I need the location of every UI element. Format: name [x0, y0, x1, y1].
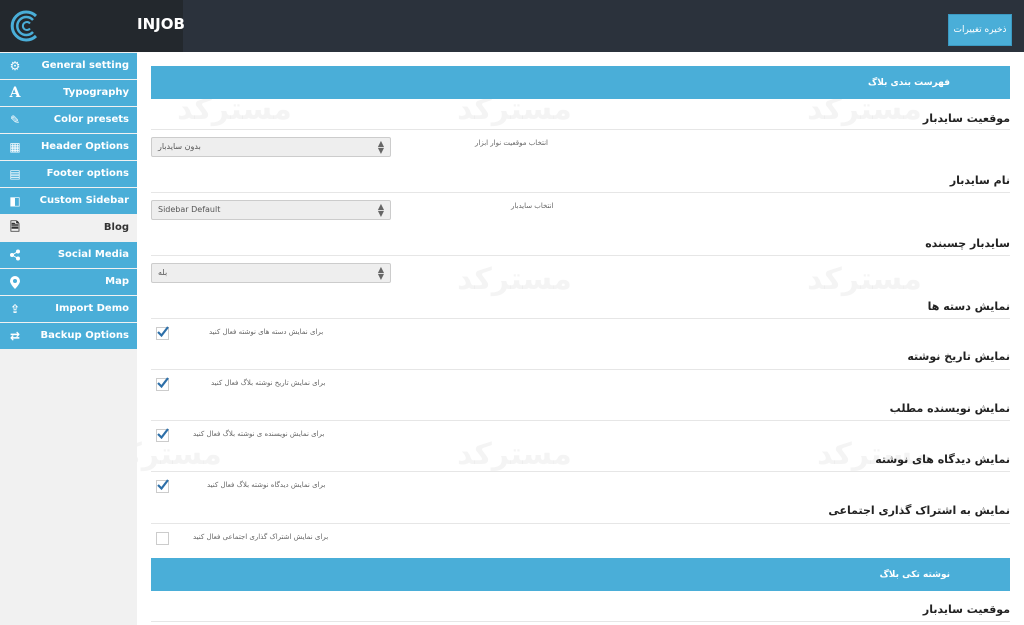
header-icon: ▦ — [9, 140, 21, 154]
footer-icon: ▤ — [9, 167, 21, 181]
watermark: مسترکد — [807, 262, 922, 297]
logo-icon — [10, 10, 38, 42]
swap-icon: ⇄ — [9, 329, 21, 343]
select-arrows-icon: ▲ ▼ — [377, 202, 384, 218]
option-title-sidebar-name: نام سایدبار — [949, 174, 1010, 187]
section-title: نوشته تکی بلاگ — [879, 570, 950, 580]
select-value: Sidebar Default — [158, 205, 221, 214]
option-desc-show-date: برای نمایش تاریخ نوشته بلاگ فعال کنید — [211, 379, 326, 387]
option-desc-sidebar-name: انتخاب سایدبار — [511, 202, 554, 210]
brush-icon: ✎ — [9, 113, 21, 127]
checkmark-icon — [157, 326, 169, 338]
divider — [151, 192, 1010, 193]
sidebar-item-label: Social Media — [57, 249, 129, 260]
top-bar: INJOB ذخیره تغییرات — [0, 0, 1024, 52]
watermark: مسترکد — [137, 437, 222, 472]
sidebar-item-label: Blog — [103, 222, 129, 233]
option-title-sidebar-position: موقعیت سایدبار — [922, 112, 1010, 125]
sidebar-name-select[interactable]: Sidebar Default ▲ ▼ — [151, 200, 391, 220]
brand-name: INJOB — [137, 15, 185, 33]
divider — [151, 318, 1010, 319]
sidebar: ⚙ General setting A Typography ✎ Color p… — [0, 52, 137, 625]
option-title-show-share: نمایش به اشتراک گذاری اجتماعی — [828, 504, 1010, 517]
select-arrows-icon: ▲ ▼ — [377, 265, 384, 281]
divider — [151, 369, 1010, 370]
sidebar-item-general-setting[interactable]: ⚙ General setting — [0, 53, 137, 79]
checkmark-icon — [157, 377, 169, 389]
sidebar-item-label: Custom Sidebar — [39, 195, 129, 206]
select-value: بدون سایدبار — [158, 142, 201, 151]
sidebar-item-blog[interactable]: 🗎 Blog — [0, 215, 137, 241]
show-date-checkbox[interactable] — [156, 377, 169, 391]
main-content: مسترکد مسترکد مسترکد مسترکد مسترکد مسترک… — [137, 52, 1024, 625]
sidebar-item-color-presets[interactable]: ✎ Color presets — [0, 107, 137, 133]
option-desc-show-share: برای نمایش اشتراک گذاری اجتماعی فعال کنی… — [193, 533, 329, 541]
map-pin-icon — [8, 275, 22, 289]
option-title-show-author: نمایش نویسنده مطلب — [889, 402, 1010, 415]
save-changes-button[interactable]: ذخیره تغییرات — [948, 14, 1012, 46]
show-author-checkbox[interactable] — [156, 428, 169, 442]
section-header-single-post: نوشته تکی بلاگ — [151, 558, 1010, 591]
upload-icon: ⇪ — [9, 302, 21, 316]
sidebar-icon: ◧ — [9, 194, 21, 208]
sticky-sidebar-select[interactable]: بله ▲ ▼ — [151, 263, 391, 283]
select-arrows-icon: ▲ ▼ — [377, 139, 384, 155]
sidebar-item-map[interactable]: Map — [0, 269, 137, 295]
sidebar-item-import-demo[interactable]: ⇪ Import Demo — [0, 296, 137, 322]
document-icon: 🗎 — [10, 219, 20, 234]
option-desc-show-comments: برای نمایش دیدگاه نوشته بلاگ فعال کنید — [207, 481, 326, 489]
show-comments-checkbox[interactable] — [156, 479, 169, 493]
sidebar-item-custom-sidebar[interactable]: ◧ Custom Sidebar — [0, 188, 137, 214]
option-desc-sidebar-position: انتخاب موقعیت نوار ابزار — [475, 139, 548, 147]
divider — [151, 255, 1010, 256]
watermark: مسترکد — [457, 262, 572, 297]
option-title-show-categories: نمایش دسته ها — [927, 300, 1010, 313]
divider — [151, 420, 1010, 421]
sidebar-item-backup-options[interactable]: ⇄ Backup Options — [0, 323, 137, 349]
sidebar-item-label: Color presets — [53, 114, 129, 125]
divider — [151, 471, 1010, 472]
show-share-checkbox[interactable] — [156, 532, 169, 545]
sidebar-item-label: Typography — [63, 87, 129, 98]
show-categories-checkbox[interactable] — [156, 326, 169, 340]
share-icon — [8, 248, 22, 262]
sidebar-item-label: Backup Options — [40, 330, 129, 341]
select-value: بله — [158, 268, 168, 277]
sidebar-item-label: Map — [105, 276, 129, 287]
option-desc-show-categories: برای نمایش دسته های نوشته فعال کنید — [209, 328, 324, 336]
sidebar-item-footer-options[interactable]: ▤ Footer options — [0, 161, 137, 187]
watermark: مسترکد — [457, 437, 572, 472]
option-title-single-sidebar-position: موقعیت سایدبار — [922, 603, 1010, 616]
option-title-show-date: نمایش تاریخ نوشته — [907, 350, 1010, 363]
divider — [151, 621, 1010, 622]
option-title-show-comments: نمایش دیدگاه های نوشته — [875, 453, 1010, 466]
sidebar-item-header-options[interactable]: ▦ Header Options — [0, 134, 137, 160]
checkmark-icon — [157, 479, 169, 491]
divider — [151, 523, 1010, 524]
option-title-sticky-sidebar: سایدبار چسبنده — [925, 237, 1010, 250]
gear-icon: ⚙ — [9, 59, 21, 73]
section-header-blog-layout: فهرست بندی بلاگ — [151, 66, 1010, 99]
section-title: فهرست بندی بلاگ — [867, 78, 950, 88]
sidebar-item-label: Import Demo — [55, 303, 129, 314]
font-icon: A — [9, 85, 21, 101]
sidebar-item-label: General setting — [41, 60, 129, 71]
option-desc-show-author: برای نمایش نویسنده ی نوشته بلاگ فعال کنی… — [193, 430, 325, 438]
sidebar-position-select[interactable]: بدون سایدبار ▲ ▼ — [151, 137, 391, 157]
checkmark-icon — [157, 428, 169, 440]
sidebar-item-typography[interactable]: A Typography — [0, 80, 137, 106]
sidebar-item-social-media[interactable]: Social Media — [0, 242, 137, 268]
sidebar-item-label: Header Options — [40, 141, 129, 152]
divider — [151, 129, 1010, 130]
sidebar-item-label: Footer options — [46, 168, 129, 179]
